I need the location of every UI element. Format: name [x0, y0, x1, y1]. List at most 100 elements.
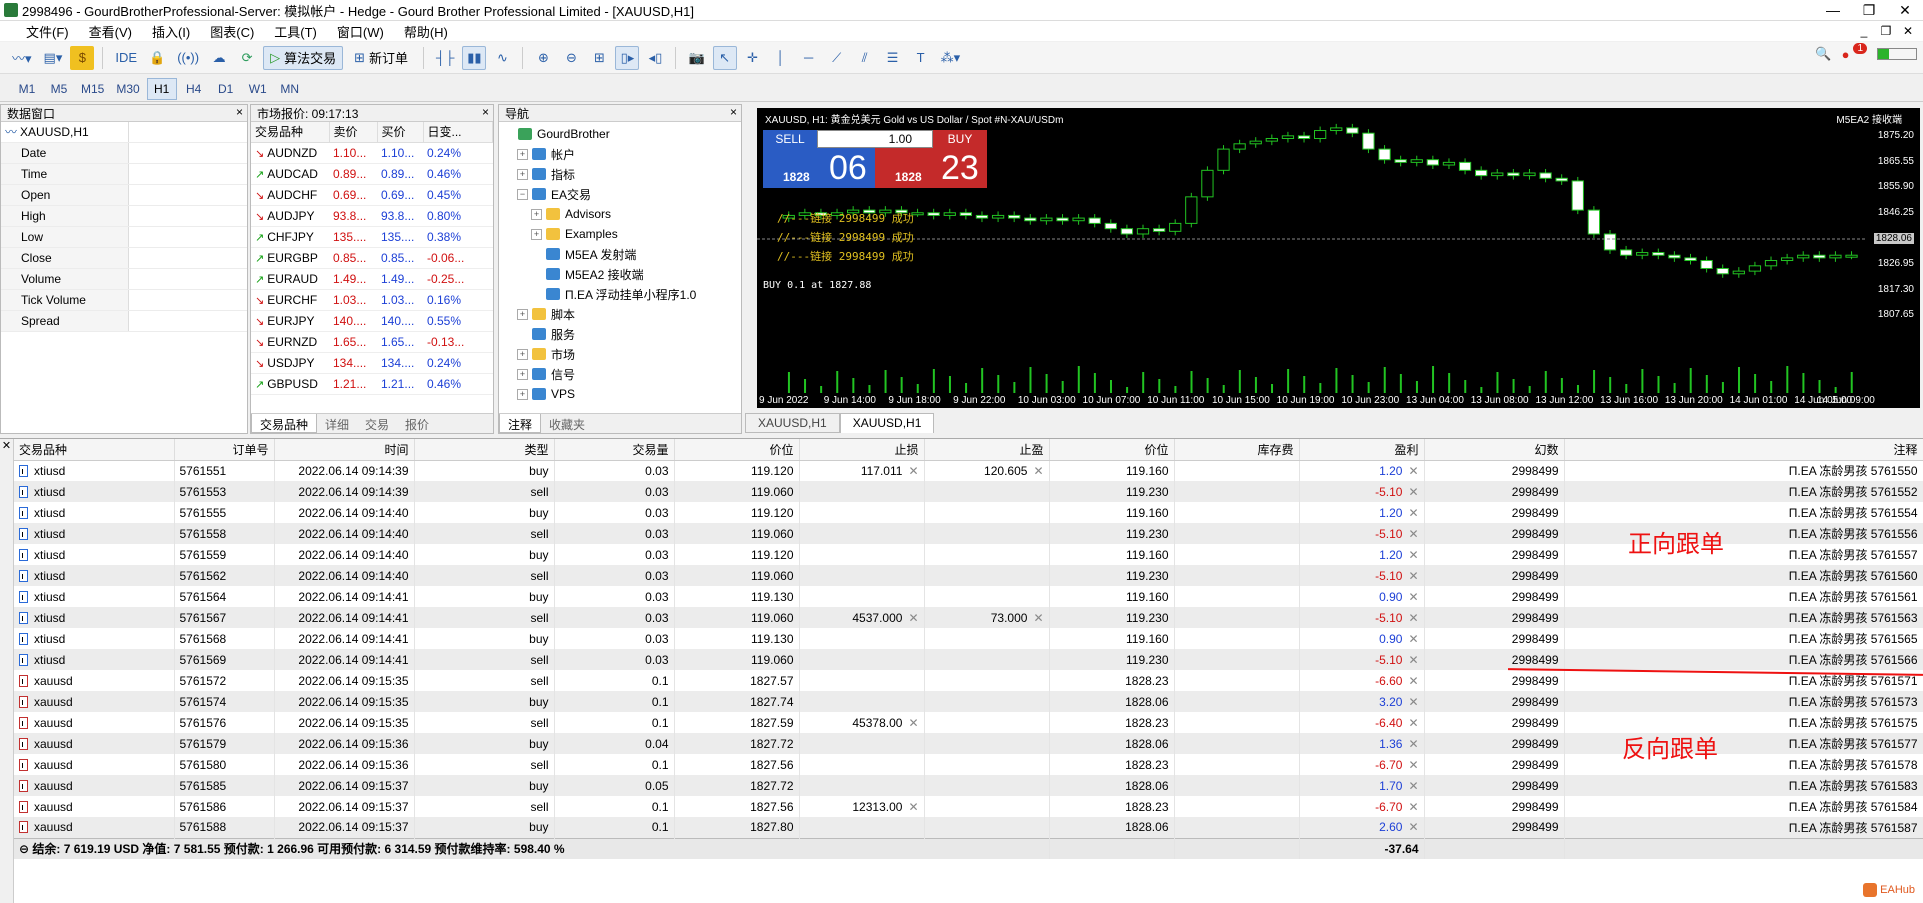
- take-profit[interactable]: [924, 523, 1050, 544]
- take-profit[interactable]: [924, 649, 1050, 670]
- navigator-item[interactable]: + 市场: [499, 344, 741, 364]
- tab-ticks[interactable]: 报价: [397, 414, 437, 433]
- remove-icon[interactable]: ✕: [1408, 611, 1418, 625]
- profit[interactable]: -5.10 ✕: [1299, 523, 1425, 544]
- profit[interactable]: 1.20 ✕: [1299, 502, 1425, 523]
- stop-loss[interactable]: [799, 544, 925, 565]
- stop-loss[interactable]: [799, 523, 925, 544]
- take-profit[interactable]: [924, 733, 1050, 754]
- profit[interactable]: -5.10 ✕: [1299, 607, 1425, 628]
- profit[interactable]: -5.10 ✕: [1299, 565, 1425, 586]
- profit[interactable]: -6.70 ✕: [1299, 796, 1425, 817]
- remove-icon[interactable]: ✕: [1408, 527, 1418, 541]
- market-watch-row[interactable]: ↘ AUDNZD 1.10... 1.10... 0.24%: [251, 142, 493, 164]
- ide-button[interactable]: IDE: [111, 46, 141, 70]
- take-profit[interactable]: 73.000 ✕: [924, 607, 1050, 628]
- maximize-button[interactable]: ❐: [1851, 0, 1887, 21]
- expand-icon[interactable]: +: [517, 148, 528, 160]
- take-profit[interactable]: [924, 481, 1050, 502]
- stop-loss[interactable]: [799, 733, 925, 754]
- take-profit[interactable]: [924, 628, 1050, 649]
- stop-loss[interactable]: [799, 817, 925, 838]
- new-order-button[interactable]: ⊞ 新订单: [347, 46, 415, 70]
- templates-icon[interactable]: ▤▾: [40, 46, 67, 70]
- stop-loss[interactable]: [799, 754, 925, 775]
- timeframe-m15[interactable]: M15: [76, 78, 109, 100]
- position-row[interactable]: xtiusd 5761568 2022.06.14 09:14:41 buy 0.03 1…: [14, 628, 1923, 649]
- search-icon[interactable]: 🔍: [1815, 46, 1831, 62]
- bar-chart-icon[interactable]: ┤├: [432, 46, 458, 70]
- market-watch-row[interactable]: ↗ EURGBP 0.85... 0.85... -0.06...: [251, 247, 493, 269]
- remove-icon[interactable]: ✕: [1033, 464, 1043, 478]
- column-header[interactable]: 价位: [1049, 439, 1175, 461]
- market-watch-row[interactable]: ↘ USDJPY 134.... 134.... 0.24%: [251, 352, 493, 374]
- market-watch-row[interactable]: ↗ AUDCAD 0.89... 0.89... 0.46%: [251, 163, 493, 185]
- stop-loss[interactable]: 12313.00 ✕: [799, 796, 925, 817]
- column-header[interactable]: 订单号: [174, 439, 275, 461]
- remove-icon[interactable]: ✕: [1408, 716, 1418, 730]
- tab-trading[interactable]: 交易: [357, 414, 397, 433]
- expand-icon[interactable]: +: [517, 348, 528, 360]
- stop-loss[interactable]: 4537.000 ✕: [799, 607, 925, 628]
- menu-help[interactable]: 帮助(H): [394, 22, 458, 41]
- profit[interactable]: 1.20 ✕: [1299, 460, 1425, 481]
- navigator-item[interactable]: GourdBrother: [499, 124, 741, 144]
- expand-icon[interactable]: +: [517, 168, 528, 180]
- column-header[interactable]: 类型: [414, 439, 555, 461]
- column-header[interactable]: 日变...: [423, 122, 493, 143]
- profit[interactable]: -5.10 ✕: [1299, 649, 1425, 670]
- take-profit[interactable]: [924, 544, 1050, 565]
- market-watch-row[interactable]: ↗ EURAUD 1.49... 1.49... -0.25...: [251, 268, 493, 290]
- navigator-item[interactable]: + 信号: [499, 364, 741, 384]
- dollar-icon[interactable]: $: [70, 45, 95, 70]
- trendline-icon[interactable]: ⟋: [825, 46, 849, 70]
- navigator-item[interactable]: + 脚本: [499, 304, 741, 324]
- close-icon[interactable]: ×: [236, 105, 243, 119]
- tab-details[interactable]: 详细: [317, 414, 357, 433]
- market-watch-row[interactable]: ↘ AUDJPY 93.8... 93.8... 0.80%: [251, 205, 493, 227]
- expand-icon[interactable]: +: [531, 208, 542, 220]
- navigator-item[interactable]: + 帐户: [499, 144, 741, 164]
- minimize-button[interactable]: —: [1815, 0, 1851, 21]
- profit[interactable]: -6.70 ✕: [1299, 754, 1425, 775]
- bid-price-box[interactable]: 1828 06: [763, 148, 875, 188]
- take-profit[interactable]: [924, 691, 1050, 712]
- shapes-icon[interactable]: ⁂▾: [937, 46, 965, 70]
- remove-icon[interactable]: ✕: [908, 800, 918, 814]
- profit[interactable]: 2.60 ✕: [1299, 817, 1425, 838]
- profit[interactable]: 1.70 ✕: [1299, 775, 1425, 796]
- close-icon[interactable]: ×: [482, 105, 489, 119]
- timeframe-mn[interactable]: MN: [275, 78, 305, 100]
- stop-loss[interactable]: [799, 670, 925, 691]
- stop-loss[interactable]: [799, 502, 925, 523]
- remove-icon[interactable]: ✕: [1408, 506, 1418, 520]
- remove-icon[interactable]: ✕: [1408, 779, 1418, 793]
- signal-broadcast-icon[interactable]: ((•)): [173, 46, 203, 70]
- remove-icon[interactable]: ✕: [908, 464, 918, 478]
- timeframe-m1[interactable]: M1: [12, 78, 42, 100]
- stop-loss[interactable]: [799, 649, 925, 670]
- chart-type-icon[interactable]: 〰▾: [8, 46, 36, 70]
- auto-scroll-icon[interactable]: ▯▸: [615, 45, 640, 70]
- menu-window[interactable]: 窗口(W): [327, 22, 394, 41]
- position-row[interactable]: xtiusd 5761555 2022.06.14 09:14:40 buy 0.03 1…: [14, 502, 1923, 523]
- vertical-line-icon[interactable]: │: [769, 46, 793, 70]
- position-row[interactable]: xauusd 5761586 2022.06.14 09:15:37 sell 0.1 1…: [14, 796, 1923, 817]
- price-chart[interactable]: XAUUSD, H1: 黄金兑美元 Gold vs US Dollar / Sp…: [757, 108, 1920, 408]
- navigator-item[interactable]: + VPS: [499, 384, 741, 404]
- stop-loss[interactable]: [799, 628, 925, 649]
- profit[interactable]: -6.40 ✕: [1299, 712, 1425, 733]
- timeframe-h4[interactable]: H4: [179, 78, 209, 100]
- column-header[interactable]: 交易品种: [14, 439, 175, 461]
- navigator-item[interactable]: M5EA 发射端: [499, 244, 741, 264]
- profit[interactable]: -6.60 ✕: [1299, 670, 1425, 691]
- text-icon[interactable]: T: [909, 46, 933, 70]
- remove-icon[interactable]: ✕: [1033, 611, 1043, 625]
- market-watch-row[interactable]: ↘ EURNZD 1.65... 1.65... -0.13...: [251, 331, 493, 353]
- close-button[interactable]: ✕: [1887, 0, 1923, 21]
- remove-icon[interactable]: ✕: [1408, 464, 1418, 478]
- expand-icon[interactable]: +: [517, 388, 528, 400]
- take-profit[interactable]: [924, 754, 1050, 775]
- remove-icon[interactable]: ✕: [1408, 548, 1418, 562]
- crosshair-icon[interactable]: ✛: [741, 46, 765, 70]
